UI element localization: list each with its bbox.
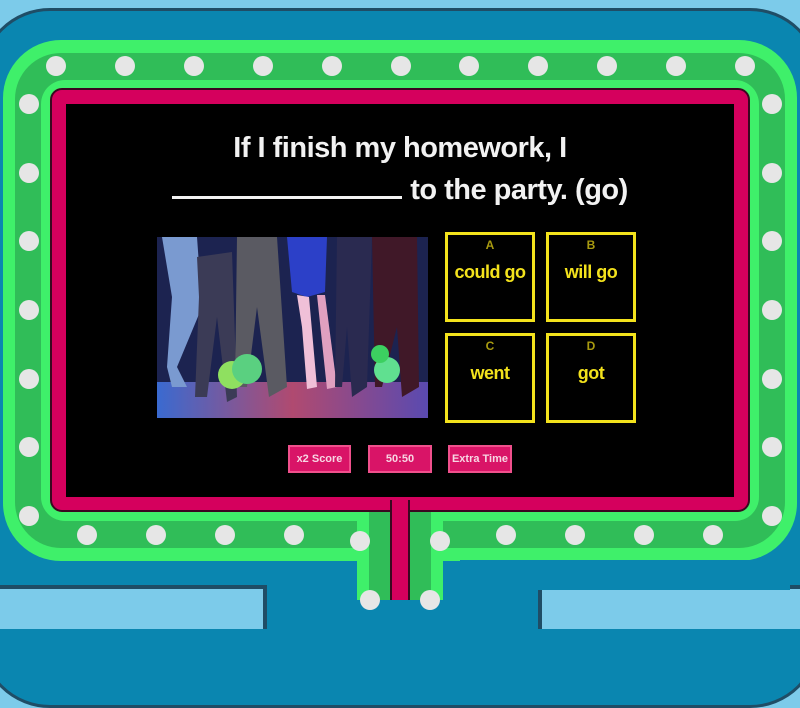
bulb-light xyxy=(19,437,39,457)
party-photo-illustration xyxy=(157,237,428,418)
answer-letter: D xyxy=(586,339,596,353)
answer-option-a[interactable]: A could go xyxy=(445,232,535,322)
bulb-light xyxy=(528,56,548,76)
answer-letter: C xyxy=(485,339,495,353)
bulb-light xyxy=(19,506,39,526)
bulb-light xyxy=(46,56,66,76)
answer-option-d[interactable]: D got xyxy=(546,333,636,423)
bulb-light xyxy=(19,300,39,320)
question-line-2: to the party. (go) xyxy=(66,168,734,210)
answer-text: went xyxy=(470,363,510,383)
extra-time-button[interactable]: Extra Time xyxy=(448,445,512,473)
bulb-light xyxy=(762,506,782,526)
question-image xyxy=(157,237,428,418)
bulb-light xyxy=(253,56,273,76)
bulb-light xyxy=(19,94,39,114)
bulb-light xyxy=(146,525,166,545)
question-line-1: If I finish my homework, I xyxy=(233,132,567,164)
lower-right-blue xyxy=(460,560,790,590)
bulb-light xyxy=(565,525,585,545)
bulb-light xyxy=(184,56,204,76)
bulb-light xyxy=(735,56,755,76)
bulb-light xyxy=(762,437,782,457)
answer-text: got xyxy=(577,363,605,383)
bulb-light xyxy=(496,525,516,545)
bulb-light xyxy=(634,525,654,545)
bulb-light xyxy=(420,590,440,610)
bulb-light xyxy=(115,56,135,76)
question-text: If I finish my homework, I to the party.… xyxy=(66,128,734,210)
answer-text: will go xyxy=(564,262,618,282)
bulb-light xyxy=(703,525,723,545)
bulb-light xyxy=(19,369,39,389)
bulb-light xyxy=(77,525,97,545)
bulb-light xyxy=(762,300,782,320)
bulb-light xyxy=(19,231,39,251)
bulb-light xyxy=(430,531,450,551)
double-score-button[interactable]: x2 Score xyxy=(288,445,351,473)
bulb-light xyxy=(597,56,617,76)
bulb-light xyxy=(19,163,39,183)
answer-blank xyxy=(172,168,403,199)
bulb-light xyxy=(284,525,304,545)
background-cutout-right xyxy=(538,585,800,629)
bulb-light xyxy=(360,590,380,610)
bulb-light xyxy=(350,531,370,551)
bulb-light xyxy=(762,163,782,183)
answer-letter: B xyxy=(586,238,596,252)
screen-stand xyxy=(390,500,410,600)
answer-text: could go xyxy=(454,262,527,282)
bulb-light xyxy=(459,56,479,76)
answer-letter: A xyxy=(485,238,495,252)
fifty-fifty-button[interactable]: 50:50 xyxy=(368,445,432,473)
question-line-2-text: to the party. (go) xyxy=(410,174,628,206)
answer-option-c[interactable]: C went xyxy=(445,333,535,423)
bulb-light xyxy=(666,56,686,76)
bulb-light xyxy=(391,56,411,76)
bulb-light xyxy=(762,94,782,114)
bulb-light xyxy=(322,56,342,76)
bulb-light xyxy=(762,369,782,389)
bulb-light xyxy=(215,525,235,545)
answer-option-b[interactable]: B will go xyxy=(546,232,636,322)
lower-left-leg xyxy=(3,561,407,601)
bulb-light xyxy=(762,231,782,251)
